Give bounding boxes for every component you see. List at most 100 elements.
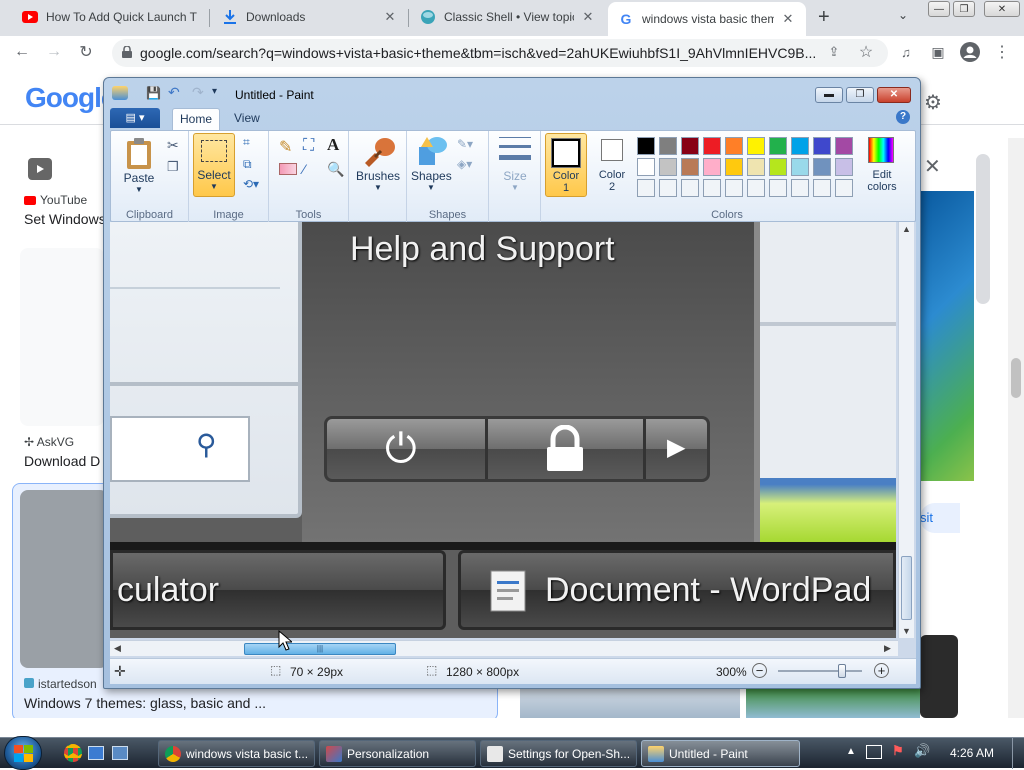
chrome-quicklaunch-icon[interactable] [64, 744, 82, 762]
taskbar-button-paint[interactable]: Untitled - Paint [641, 740, 800, 767]
back-button[interactable]: ← [10, 40, 34, 64]
help-icon[interactable]: ? [896, 110, 910, 124]
palette-swatch[interactable] [791, 137, 809, 155]
brushes-button[interactable]: Brushes ▼ [353, 133, 403, 197]
palette-swatch[interactable] [769, 158, 787, 176]
palette-swatch[interactable] [747, 179, 765, 197]
maximize-button[interactable]: ❐ [953, 1, 975, 17]
select-button[interactable]: Select ▼ [193, 133, 235, 197]
volume-icon[interactable]: 🔊 [914, 743, 930, 759]
zoom-in-button[interactable]: + [874, 663, 889, 678]
save-icon[interactable]: 💾 [146, 86, 161, 100]
profile-avatar-icon[interactable] [958, 40, 982, 64]
pencil-icon[interactable]: ✎ [279, 137, 292, 157]
taskbar-button-chrome[interactable]: windows vista basic t... [158, 740, 315, 767]
action-center-icon[interactable]: ⚑ [892, 743, 904, 759]
taskbar-button-personalization[interactable]: Personalization [319, 740, 476, 767]
result-title[interactable]: Set Windows [24, 211, 106, 227]
share-icon[interactable]: ⇪ [822, 40, 846, 64]
forward-button[interactable]: → [42, 40, 66, 64]
result-title[interactable]: Windows 7 themes: glass, basic and ... [24, 695, 266, 711]
undo-icon[interactable]: ↶ [168, 84, 180, 101]
paint-close-button[interactable]: ✕ [877, 87, 911, 103]
page-scrollbar[interactable] [1008, 138, 1024, 718]
palette-swatch[interactable] [813, 158, 831, 176]
paint-minimize-button[interactable]: ▬ [815, 87, 843, 103]
text-tool-icon[interactable]: A [327, 135, 339, 155]
new-tab-button[interactable]: + [818, 6, 830, 29]
related-thumb[interactable] [746, 688, 920, 718]
close-icon[interactable]: ✕ [780, 11, 796, 27]
close-icon[interactable]: ✕ [580, 9, 596, 25]
palette-swatch[interactable] [813, 137, 831, 155]
clock[interactable]: 4:26 AM [950, 746, 994, 760]
color2-button[interactable]: Color 2 [591, 133, 633, 197]
palette-swatch[interactable] [681, 179, 699, 197]
zoom-out-button[interactable]: − [752, 663, 767, 678]
start-button[interactable] [4, 736, 42, 770]
zoom-slider[interactable] [778, 664, 862, 678]
palette-swatch[interactable] [747, 137, 765, 155]
palette-swatch[interactable] [637, 179, 655, 197]
bookmark-star-icon[interactable]: ☆ [854, 40, 878, 64]
palette-swatch[interactable] [791, 179, 809, 197]
palette-swatch[interactable] [659, 179, 677, 197]
zoom-slider-thumb[interactable] [838, 664, 847, 678]
copy-icon[interactable]: ❐ [167, 159, 179, 175]
google-logo[interactable]: Google [25, 82, 116, 114]
palette-swatch[interactable] [659, 158, 677, 176]
address-bar[interactable]: google.com/search?q=windows+vista+basic+… [112, 39, 888, 67]
paint-menu-button[interactable]: ▤ ▾ [110, 108, 160, 128]
tab-search-chevron-icon[interactable]: ⌄ [898, 8, 908, 22]
palette-swatch[interactable] [769, 137, 787, 155]
tray-expand-icon[interactable]: ▲ [846, 746, 856, 757]
fill-icon[interactable]: ⛶ [303, 137, 314, 155]
minimize-button[interactable]: — [928, 1, 950, 17]
visit-button[interactable]: sit [920, 503, 960, 533]
quick-access-dropdown-icon[interactable]: ▾ [212, 86, 217, 97]
palette-swatch[interactable] [703, 158, 721, 176]
desktop-quicklaunch-icon[interactable] [88, 746, 104, 760]
close-icon[interactable]: ✕ [382, 9, 398, 25]
edit-colors-button[interactable]: Edit colors [859, 133, 905, 197]
vertical-scrollbar[interactable]: ▲ ▼ [898, 222, 914, 638]
cut-icon[interactable]: ✂ [167, 137, 179, 154]
media-control-icon[interactable]: ♫ [894, 40, 918, 64]
chrome-menu-icon[interactable]: ⋮ [990, 40, 1014, 64]
paint-canvas[interactable]: ⚲ Help and Support ⏻ ▶ culator Document … [110, 222, 896, 638]
related-thumb[interactable] [520, 688, 740, 718]
reload-button[interactable]: ↻ [74, 40, 98, 64]
taskbar-button-openshell[interactable]: Settings for Open-Sh... [480, 740, 637, 767]
palette-swatch[interactable] [703, 179, 721, 197]
crop-icon[interactable]: ⌗ [243, 135, 250, 150]
result-thumbnail[interactable] [20, 490, 108, 668]
palette-swatch[interactable] [725, 179, 743, 197]
result-title[interactable]: Download D [24, 453, 100, 469]
eraser-icon[interactable] [279, 163, 297, 175]
close-icon[interactable]: ✕ [924, 154, 941, 179]
outline-icon[interactable]: ✎▾ [457, 137, 473, 151]
tab-google-search[interactable]: G windows vista basic theme ✕ [608, 2, 806, 36]
settings-gear-icon[interactable]: ⚙ [924, 90, 942, 115]
tab-downloads[interactable]: Downloads ✕ [212, 0, 408, 34]
palette-swatch[interactable] [725, 158, 743, 176]
tab-view[interactable]: View [234, 111, 260, 125]
fill-shape-icon[interactable]: ◈▾ [457, 157, 472, 171]
palette-swatch[interactable] [769, 179, 787, 197]
shapes-button[interactable]: Shapes ▼ [411, 133, 452, 197]
palette-swatch[interactable] [681, 158, 699, 176]
related-thumb[interactable] [920, 635, 958, 718]
palette-swatch[interactable] [747, 158, 765, 176]
panel-scrollbar[interactable] [976, 154, 990, 304]
close-window-button[interactable]: ✕ [984, 1, 1020, 17]
color1-button[interactable]: Color 1 [545, 133, 587, 197]
result-thumbnail[interactable] [20, 248, 104, 426]
palette-swatch[interactable] [835, 179, 853, 197]
horizontal-scrollbar[interactable]: ◀ ||| ▶ [110, 640, 898, 656]
palette-swatch[interactable] [637, 158, 655, 176]
tab-home[interactable]: Home [172, 108, 220, 130]
tab-youtube[interactable]: How To Add Quick Launch T [12, 0, 208, 34]
palette-swatch[interactable] [703, 137, 721, 155]
redo-icon[interactable]: ↷ [192, 84, 204, 101]
resize-icon[interactable]: ⧉ [243, 157, 252, 172]
